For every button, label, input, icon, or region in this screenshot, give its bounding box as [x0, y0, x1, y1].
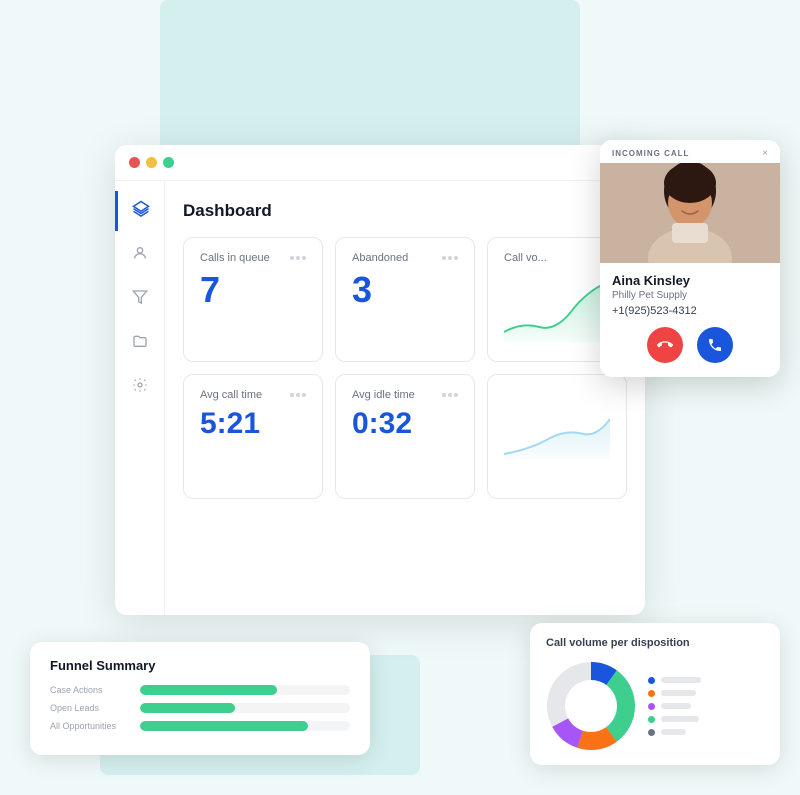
- call-volume-label: Call vo...: [504, 252, 547, 264]
- caller-name: Aina Kinsley: [612, 273, 768, 288]
- metrics-grid: Calls in queue 7 Abandoned 3: [183, 237, 627, 499]
- menu-dots-4[interactable]: [442, 393, 458, 397]
- metric-abandoned: Abandoned 3: [335, 237, 475, 362]
- accept-icon: [707, 337, 723, 353]
- accept-button[interactable]: [697, 327, 733, 363]
- funnel-label-all-opportunities: All Opportunities: [50, 721, 130, 731]
- disposition-content: [546, 661, 764, 751]
- donut-chart: [546, 661, 636, 751]
- legend-item-4: [648, 716, 701, 723]
- window-titlebar: [115, 145, 645, 181]
- funnel-title: Funnel Summary: [50, 658, 350, 673]
- metric-calls-in-queue: Calls in queue 7: [183, 237, 323, 362]
- avg-call-time-value: 5:21: [200, 409, 306, 439]
- filter-icon: [132, 289, 148, 310]
- close-button[interactable]: ×: [762, 148, 768, 159]
- dashboard-window: Dashboard Calls in queue 7 Abandoned: [115, 145, 645, 615]
- funnel-summary-card: Funnel Summary Case Actions Open Leads A…: [30, 642, 370, 755]
- menu-dots[interactable]: [290, 256, 306, 260]
- disposition-legend: [648, 677, 701, 736]
- funnel-row-all-opportunities: All Opportunities: [50, 721, 350, 731]
- funnel-bar-all-opportunities: [140, 721, 308, 731]
- disposition-title: Call volume per disposition: [546, 637, 764, 649]
- titlebar-dot-red[interactable]: [129, 157, 140, 168]
- legend-item-1: [648, 677, 701, 684]
- call-actions: [612, 327, 768, 367]
- incoming-header: INCOMING CALL ×: [600, 140, 780, 163]
- funnel-bar-bg-case-actions: [140, 685, 350, 695]
- legend-dot-orange: [648, 690, 655, 697]
- legend-line-5: [661, 729, 686, 735]
- person-icon: [132, 245, 148, 266]
- decline-icon: [657, 337, 673, 353]
- abandoned-value: 3: [352, 272, 458, 308]
- main-content: Dashboard Calls in queue 7 Abandoned: [165, 181, 645, 615]
- menu-dots-3[interactable]: [290, 393, 306, 397]
- funnel-row-case-actions: Case Actions: [50, 685, 350, 695]
- folder-icon: [132, 333, 148, 354]
- sidebar: [115, 181, 165, 615]
- layers-icon: [132, 200, 150, 223]
- funnel-row-open-leads: Open Leads: [50, 703, 350, 713]
- decline-button[interactable]: [647, 327, 683, 363]
- incoming-call-label: INCOMING CALL: [612, 149, 689, 158]
- calls-in-queue-label: Calls in queue: [200, 252, 270, 264]
- legend-dot-blue: [648, 677, 655, 684]
- legend-line-3: [661, 703, 691, 709]
- avg-call-time-label: Avg call time: [200, 389, 262, 401]
- metric-avg-idle-time: Avg idle time 0:32: [335, 374, 475, 499]
- caller-photo: [600, 163, 780, 263]
- sidebar-item-filter[interactable]: [115, 279, 164, 319]
- titlebar-dot-yellow[interactable]: [146, 157, 157, 168]
- page-title: Dashboard: [183, 201, 627, 221]
- legend-item-3: [648, 703, 701, 710]
- sidebar-item-settings[interactable]: [115, 367, 164, 407]
- sidebar-item-folder[interactable]: [115, 323, 164, 363]
- avg-idle-time-label: Avg idle time: [352, 389, 415, 401]
- disposition-card: Call volume per disposition: [530, 623, 780, 765]
- sidebar-item-dashboard[interactable]: [115, 191, 164, 231]
- legend-dot-grey: [648, 729, 655, 736]
- legend-item-2: [648, 690, 701, 697]
- funnel-label-case-actions: Case Actions: [50, 685, 130, 695]
- caller-company: Philly Pet Supply: [612, 290, 768, 301]
- legend-dot-green: [648, 716, 655, 723]
- caller-info: Aina Kinsley Philly Pet Supply +1(925)52…: [600, 263, 780, 377]
- caller-avatar-svg: [600, 163, 780, 263]
- legend-line-4: [661, 716, 699, 722]
- bottom-chart: [487, 374, 627, 499]
- funnel-label-open-leads: Open Leads: [50, 703, 130, 713]
- legend-line-2: [661, 690, 696, 696]
- metric-avg-call-time: Avg call time 5:21: [183, 374, 323, 499]
- legend-dot-purple: [648, 703, 655, 710]
- sidebar-item-contacts[interactable]: [115, 235, 164, 275]
- legend-item-5: [648, 729, 701, 736]
- funnel-bar-bg-all-opportunities: [140, 721, 350, 731]
- funnel-bar-bg-open-leads: [140, 703, 350, 713]
- titlebar-dot-green[interactable]: [163, 157, 174, 168]
- legend-line-1: [661, 677, 701, 683]
- call-volume-chart: [504, 272, 610, 342]
- funnel-bar-open-leads: [140, 703, 235, 713]
- gear-icon: [132, 377, 148, 398]
- avg-idle-time-value: 0:32: [352, 409, 458, 439]
- funnel-bar-case-actions: [140, 685, 277, 695]
- calls-in-queue-value: 7: [200, 272, 306, 308]
- bottom-area-chart: [504, 389, 610, 459]
- abandoned-label: Abandoned: [352, 252, 408, 264]
- incoming-call-card: INCOMING CALL × Aina Kinsley Philly Pet …: [600, 140, 780, 377]
- caller-phone: +1(925)523-4312: [612, 305, 768, 317]
- menu-dots-2[interactable]: [442, 256, 458, 260]
